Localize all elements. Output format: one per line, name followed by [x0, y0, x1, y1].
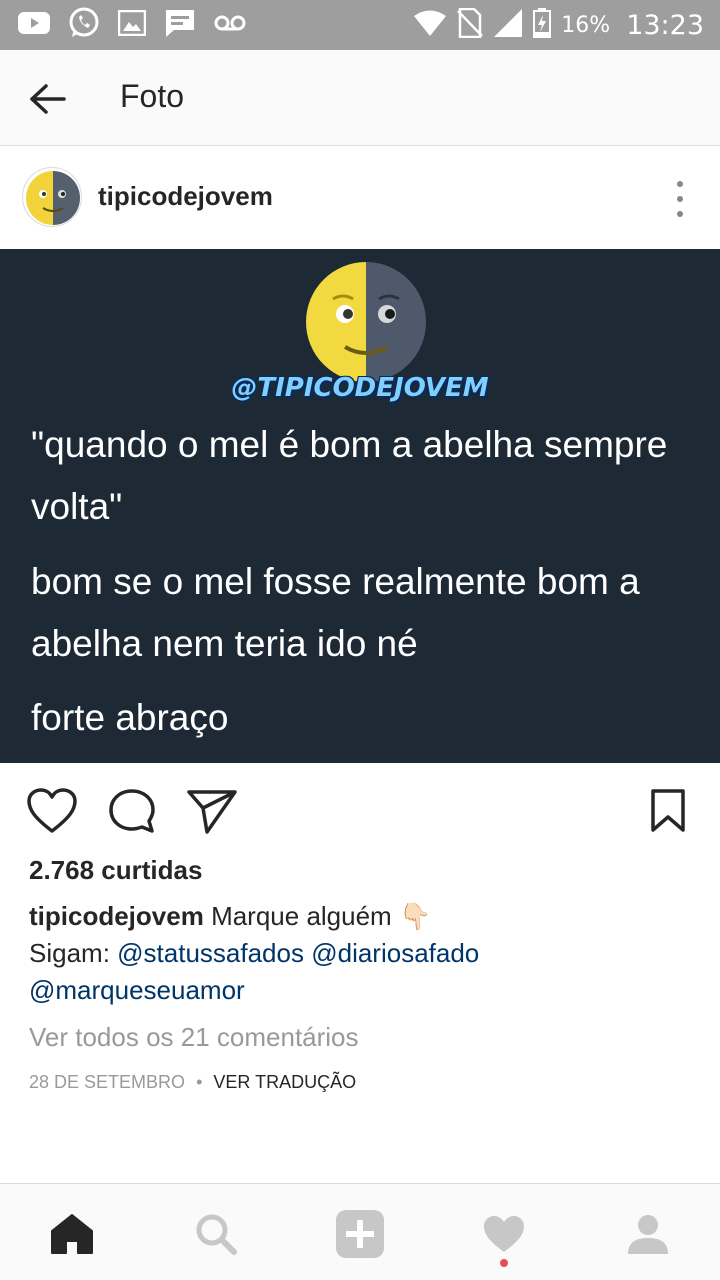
post-date: 28 DE SETEMBRO [29, 1072, 186, 1092]
bottom-navigation [0, 1183, 720, 1280]
save-button[interactable] [642, 785, 694, 837]
status-bar-notifications [18, 7, 246, 43]
mention-link[interactable]: @marqueseuamor [29, 975, 245, 1005]
share-button[interactable] [186, 785, 238, 837]
watermark-text: @TIPICODEJOVEM [231, 373, 489, 403]
nav-add-post[interactable] [330, 1204, 390, 1264]
translate-link[interactable]: VER TRADUÇÃO [213, 1072, 356, 1092]
nav-profile[interactable] [618, 1204, 678, 1264]
add-icon [336, 1210, 384, 1258]
home-icon [51, 1214, 93, 1254]
message-icon [164, 8, 196, 42]
post-image[interactable]: @TIPICODEJOVEM "quando o mel é bom a abe… [0, 249, 720, 763]
profile-icon [628, 1215, 668, 1254]
half-moon-face-icon [26, 171, 80, 225]
mention-link[interactable]: @diariosafado [311, 938, 479, 968]
status-bar: 16% 13:23 [0, 0, 720, 50]
like-button[interactable] [26, 785, 78, 837]
gallery-icon [117, 9, 147, 40]
post-actions [0, 763, 720, 859]
arrow-left-icon [30, 84, 66, 114]
mention-link[interactable]: @statussafados [117, 938, 304, 968]
nav-home[interactable] [42, 1204, 102, 1264]
send-icon [187, 790, 237, 834]
caption-follow-label: Sigam: [29, 938, 110, 968]
separator: • [196, 1072, 203, 1092]
half-moon-face-icon [306, 262, 426, 382]
avatar[interactable] [22, 167, 82, 227]
back-button[interactable] [24, 76, 70, 122]
nav-activity[interactable] [474, 1204, 534, 1264]
youtube-icon [18, 11, 50, 39]
battery-percent: 16% [561, 12, 611, 38]
quote-line: bom se o mel fosse realmente bom a abelh… [31, 561, 640, 664]
comment-button[interactable] [106, 785, 158, 837]
nav-search[interactable] [186, 1204, 246, 1264]
post-header: tipicodejovem [0, 147, 720, 249]
post-caption: tipicodejovem Marque alguém 👇🏻 Sigam: @s… [29, 898, 699, 1009]
heart-icon [27, 788, 77, 833]
caption-username[interactable]: tipicodejovem [29, 901, 204, 931]
quote-line: forte abraço [31, 697, 229, 738]
bookmark-icon [651, 789, 685, 832]
more-vertical-icon [677, 181, 683, 187]
caption-text: Marque alguém [211, 901, 392, 931]
post-username[interactable]: tipicodejovem [98, 181, 273, 212]
clock: 13:23 [626, 9, 704, 41]
activity-heart-icon [484, 1216, 524, 1252]
wifi-icon [413, 9, 447, 41]
post-meta: 28 DE SETEMBRO • VER TRADUÇÃO [29, 1072, 356, 1093]
page-title: Foto [120, 78, 185, 114]
battery-charging-icon [533, 8, 552, 42]
top-app-bar: Foto [0, 50, 720, 146]
whatsapp-icon [68, 7, 100, 43]
no-sim-icon [457, 7, 484, 42]
caption-emoji: 👇🏻 [398, 901, 432, 931]
status-bar-system: 16% 13:23 [413, 0, 704, 50]
signal-icon [493, 8, 523, 42]
view-all-comments-link[interactable]: Ver todos os 21 comentários [29, 1022, 359, 1053]
voicemail-icon [214, 13, 246, 37]
comment-icon [109, 789, 155, 833]
search-icon [196, 1214, 237, 1255]
likes-count[interactable]: 2.768 curtidas [29, 855, 202, 886]
activity-notification-dot [500, 1259, 508, 1267]
quote-line: "quando o mel é bom a abelha sempre volt… [31, 424, 668, 527]
more-options-button[interactable] [670, 181, 690, 217]
